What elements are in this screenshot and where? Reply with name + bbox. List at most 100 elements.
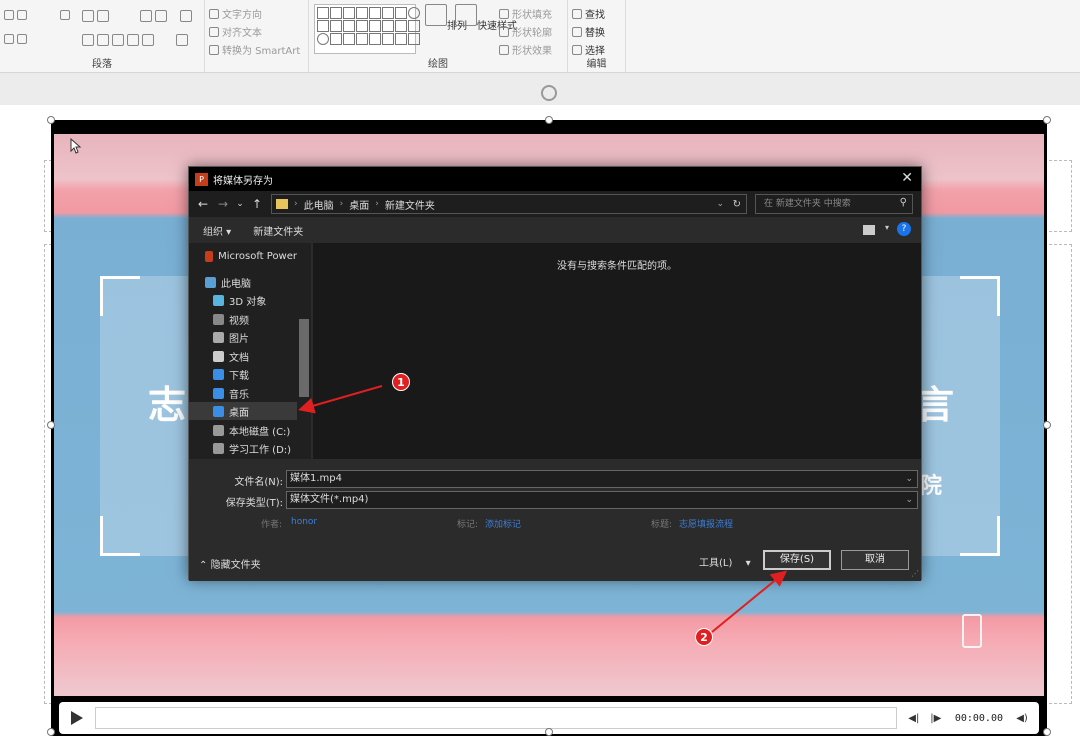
resize-handle-r[interactable] [1043,421,1051,429]
frame-corner-bl [100,516,140,556]
font-color-button[interactable] [4,34,27,44]
annotation-badge-1: 1 [392,373,410,391]
nav-item-drive-c[interactable]: 本地磁盘 (C:) [189,421,297,439]
replace-button[interactable]: 替换 [572,24,605,39]
recent-locations-chevron-icon[interactable]: ⌄ [233,199,247,209]
address-bar[interactable]: › 此电脑 › 桌面 › 新建文件夹 ⌄ ↻ [271,194,747,214]
font-size-buttons[interactable] [4,10,27,20]
drawing-group: 排列 快速样式 形状填充 形状轮廓 形状效果 绘图 [309,0,568,72]
nav-item-label: 音乐 [229,389,249,401]
title-label: 标题: [651,520,673,530]
resize-handle-tl[interactable] [47,116,55,124]
resize-grip-icon[interactable]: ⋰ [911,569,919,578]
filetype-select[interactable]: 媒体文件(*.mp4) ⌄ [286,491,918,509]
breadcrumb-desktop[interactable]: 桌面 [349,197,369,212]
nav-item-3d-objects[interactable]: 3D 对象 [189,291,297,309]
seek-bar[interactable] [95,707,897,729]
save-button[interactable]: 保存(S) [763,550,831,570]
help-icon[interactable]: ? [897,222,911,236]
resize-handle-br[interactable] [1043,728,1051,736]
resize-handle-tr[interactable] [1043,116,1051,124]
drawing-group-label: 绘图 [428,59,448,70]
resize-handle-t[interactable] [545,116,553,124]
author-value[interactable]: honor [291,517,317,527]
quick-styles-icon [455,4,477,26]
resize-handle-b[interactable] [545,728,553,736]
powerpoint-icon [205,250,214,262]
mouse-cursor-icon [70,138,82,154]
nav-item-this-pc[interactable]: 此电脑 [189,273,297,291]
nav-item-label: 3D 对象 [229,296,267,308]
filename-dropdown-icon[interactable]: ⌄ [905,471,913,487]
close-icon[interactable]: ✕ [901,170,913,186]
nav-item-videos[interactable]: 视频 [189,310,297,328]
documents-icon [213,350,224,362]
filetype-dropdown-icon[interactable]: ⌄ [905,492,913,508]
cancel-button[interactable]: 取消 [841,550,909,570]
nav-item-documents[interactable]: 文档 [189,347,297,365]
format-painter-icon[interactable] [60,10,70,20]
new-folder-button[interactable]: 新建文件夹 [253,223,303,238]
nav-item-powerpoint[interactable]: Microsoft Power [189,247,297,265]
dialog-toolbar: 组织 ▾ 新建文件夹 ▾ ? [189,217,921,243]
step-forward-icon[interactable]: |▶ [925,713,947,724]
nav-item-downloads[interactable]: 下载 [189,365,297,383]
file-list-pane[interactable]: 没有与搜索条件匹配的项。 [313,243,921,459]
filetype-value: 媒体文件(*.mp4) [290,494,369,505]
address-dropdown-icon[interactable]: ⌄ [716,199,724,209]
nav-item-music[interactable]: 音乐 [189,384,297,402]
refresh-icon[interactable]: ↻ [733,199,741,210]
play-button[interactable] [65,706,89,730]
nav-item-label: 图片 [229,333,249,345]
drive-icon [213,424,224,436]
view-options-icon[interactable] [863,225,875,235]
align-buttons[interactable] [82,34,154,46]
indent-buttons[interactable] [140,10,167,22]
title-value[interactable]: 志愿填报流程 [679,517,733,530]
text-direction-icon[interactable] [180,10,192,22]
frame-corner-tl [100,276,140,316]
nav-item-label: 桌面 [229,407,249,419]
bullets-button[interactable] [82,10,109,22]
nav-item-pictures[interactable]: 图片 [189,328,297,346]
editing-group-label: 编辑 [586,59,607,70]
breadcrumb-this-pc[interactable]: 此电脑 [304,197,334,212]
step-back-icon[interactable]: ◀| [903,713,925,724]
rotate-handle-icon[interactable] [541,85,557,101]
search-input[interactable]: 在 新建文件夹 中搜索 [755,194,913,214]
align-text-button[interactable]: 对齐文本 [209,24,262,39]
tags-label: 标记: [457,520,479,530]
editing-group: 查找 替换 选择 编辑 [568,0,626,72]
columns-icon[interactable] [176,34,188,46]
paragraph-group: 段落 [0,0,205,72]
resize-handle-bl[interactable] [47,728,55,736]
nav-scrollbar-thumb[interactable] [299,319,309,397]
replace-icon [572,26,582,37]
up-arrow-icon[interactable]: ↑ [247,197,267,211]
empty-message: 没有与搜索条件匹配的项。 [557,261,677,272]
filename-input[interactable]: 媒体1.mp4 ⌄ [286,470,918,488]
resize-handle-l[interactable] [47,421,55,429]
tools-button[interactable]: 工具(L) ▾ [699,554,751,569]
shape-outline-button[interactable]: 形状轮廓 [499,24,552,39]
tags-value[interactable]: 添加标记 [485,517,521,530]
shape-fill-button[interactable]: 形状填充 [499,6,552,21]
nav-item-label: 学习工作 (D:) [229,444,292,456]
forward-arrow-icon[interactable]: → [213,197,233,211]
nav-item-drive-d[interactable]: 学习工作 (D:) [189,439,297,457]
find-button[interactable]: 查找 [572,6,605,21]
nav-item-label: 本地磁盘 (C:) [229,426,291,438]
nav-item-desktop[interactable]: 桌面 [189,402,297,420]
phone-rotate-icon [962,614,982,648]
back-arrow-icon[interactable]: ← [193,197,213,211]
text-direction-button[interactable]: 文字方向 [209,6,262,21]
view-dropdown-icon[interactable]: ▾ [885,223,889,232]
tools-label: 工具(L) [699,558,733,569]
shape-gallery[interactable] [314,4,420,54]
organize-button[interactable]: 组织 ▾ [203,223,231,238]
text-direction-label: 文字方向 [222,10,262,21]
hide-folders-toggle[interactable]: ⌃ 隐藏文件夹 [199,556,261,571]
breadcrumb-new-folder[interactable]: 新建文件夹 [385,197,435,212]
volume-icon[interactable]: ◀) [1011,713,1033,724]
convert-smartart-button[interactable]: 转换为 SmartArt [209,42,300,57]
